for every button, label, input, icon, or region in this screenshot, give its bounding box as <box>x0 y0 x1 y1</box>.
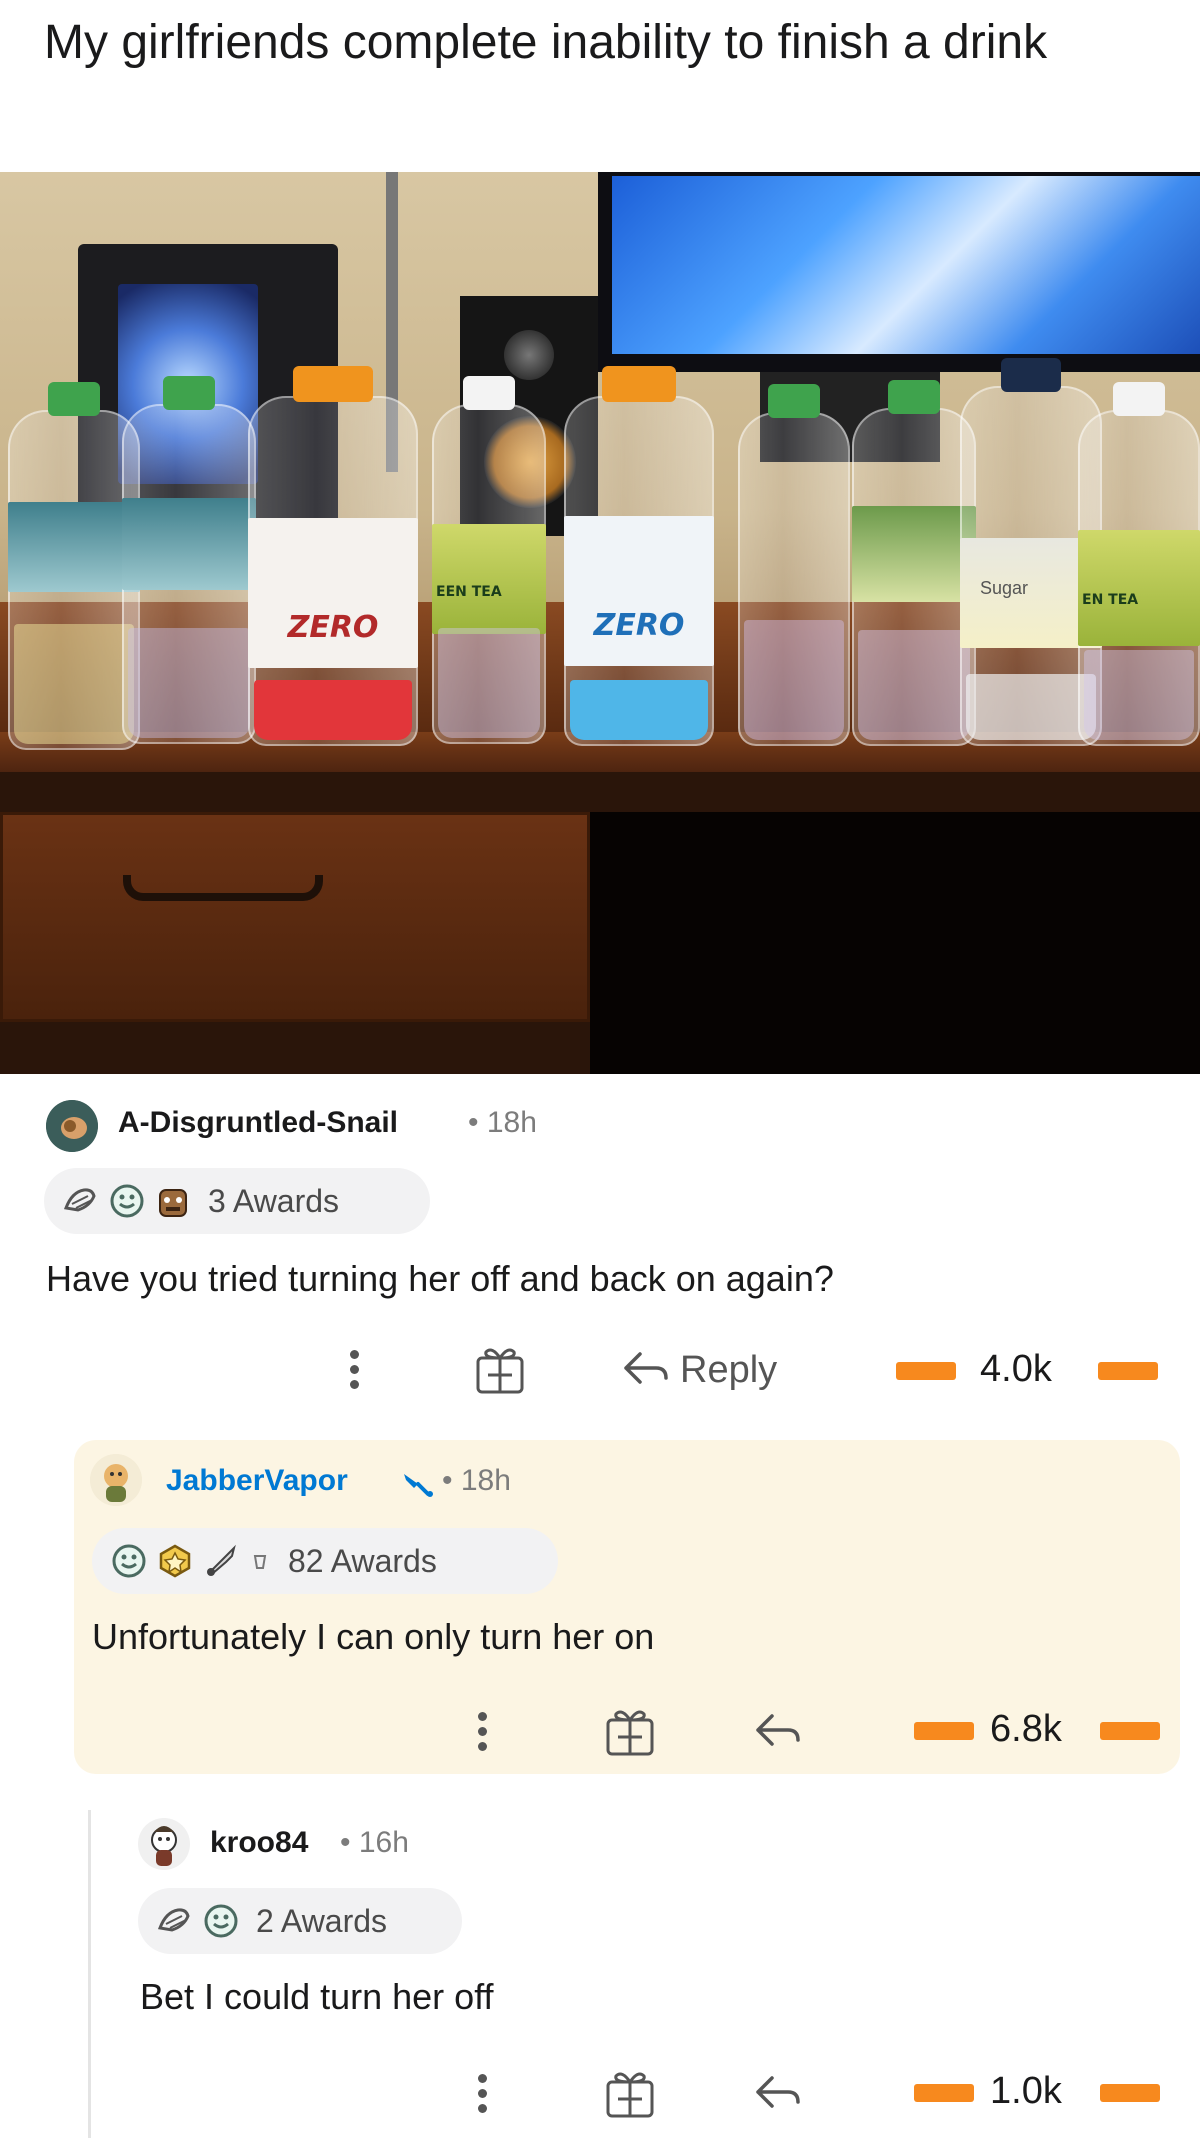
awards-pill[interactable]: 82 Awards <box>92 1528 558 1594</box>
bottle <box>8 382 140 750</box>
reply-button[interactable] <box>752 1702 802 1762</box>
bottle-label-text: ZERO <box>593 608 685 643</box>
bottle: EN TEA <box>1078 382 1200 746</box>
reply-label: Reply <box>680 1348 778 1391</box>
bottle: ZERO <box>564 366 714 746</box>
upvote-icon[interactable] <box>914 2084 974 2102</box>
award-icon <box>248 1542 272 1580</box>
award-icon <box>62 1182 100 1220</box>
vote-score: 6.8k <box>990 1708 1062 1750</box>
reply-arrow-icon <box>620 1348 670 1393</box>
reply-button[interactable] <box>752 2064 802 2124</box>
post-title[interactable]: My girlfriends complete inability to fin… <box>44 14 1164 72</box>
bottle <box>122 376 256 744</box>
comment-username[interactable]: JabberVapor <box>166 1464 348 1498</box>
comment-timestamp: • 18h <box>442 1464 511 1497</box>
awards-pill[interactable]: 2 Awards <box>138 1888 462 1954</box>
awards-count: 3 Awards <box>208 1182 340 1219</box>
comment-body: Bet I could turn her off <box>140 1976 494 2017</box>
bottle-label-text: Sugar <box>980 578 1029 598</box>
comment-username[interactable]: kroo84 <box>210 1826 308 1860</box>
downvote-icon[interactable] <box>1098 1362 1158 1380</box>
bottle-label-text: EN TEA <box>1082 592 1139 608</box>
drawer <box>0 812 590 1022</box>
award-icon <box>154 1182 192 1220</box>
vote-score: 1.0k <box>990 2070 1062 2112</box>
downvote-icon[interactable] <box>1100 2084 1160 2102</box>
awards-count: 2 Awards <box>256 1902 388 1939</box>
downvote-icon[interactable] <box>1100 1722 1160 1740</box>
bottle-label-text: EEN TEA <box>436 584 502 600</box>
post-image[interactable]: ZERO EEN TEA ZERO Sugar EN TEA <box>0 172 1200 1074</box>
upvote-icon[interactable] <box>914 1722 974 1740</box>
gift-award-icon[interactable] <box>604 2068 656 2120</box>
comment-username[interactable]: A-Disgruntled-Snail <box>118 1106 398 1140</box>
thread-line[interactable] <box>88 1810 91 2138</box>
avatar[interactable] <box>90 1454 142 1506</box>
bottle-label-text: ZERO <box>287 610 379 645</box>
award-icon <box>108 1182 146 1220</box>
award-icon <box>156 1542 194 1580</box>
gift-award-icon[interactable] <box>474 1344 526 1396</box>
bottle <box>738 384 850 746</box>
monitor <box>598 172 1200 372</box>
upvote-icon[interactable] <box>896 1362 956 1380</box>
award-icon <box>110 1542 148 1580</box>
vote-score: 4.0k <box>980 1348 1052 1390</box>
op-badge-icon <box>400 1466 440 1503</box>
reply-arrow-icon <box>752 2072 802 2117</box>
reply-arrow-icon <box>752 1710 802 1755</box>
avatar[interactable] <box>46 1100 98 1152</box>
overflow-dots-icon[interactable] <box>472 1702 492 1762</box>
comment-body: Have you tried turning her off and back … <box>46 1258 834 1299</box>
comment-timestamp: • 16h <box>340 1826 409 1859</box>
comment-body: Unfortunately I can only turn her on <box>92 1616 655 1657</box>
bottle: EEN TEA <box>432 376 546 744</box>
reply-button[interactable]: Reply <box>620 1340 777 1400</box>
overflow-dots-icon[interactable] <box>344 1340 364 1400</box>
award-icon <box>202 1542 240 1580</box>
awards-count: 82 Awards <box>288 1542 437 1579</box>
comment-timestamp: • 18h <box>468 1106 537 1139</box>
awards-pill[interactable]: 3 Awards <box>44 1168 430 1234</box>
award-icon <box>202 1902 240 1940</box>
award-icon <box>156 1902 194 1940</box>
gift-award-icon[interactable] <box>604 1706 656 1758</box>
avatar[interactable] <box>138 1818 190 1870</box>
overflow-dots-icon[interactable] <box>472 2064 492 2124</box>
bottle: ZERO <box>248 366 418 746</box>
bottle <box>852 380 976 746</box>
